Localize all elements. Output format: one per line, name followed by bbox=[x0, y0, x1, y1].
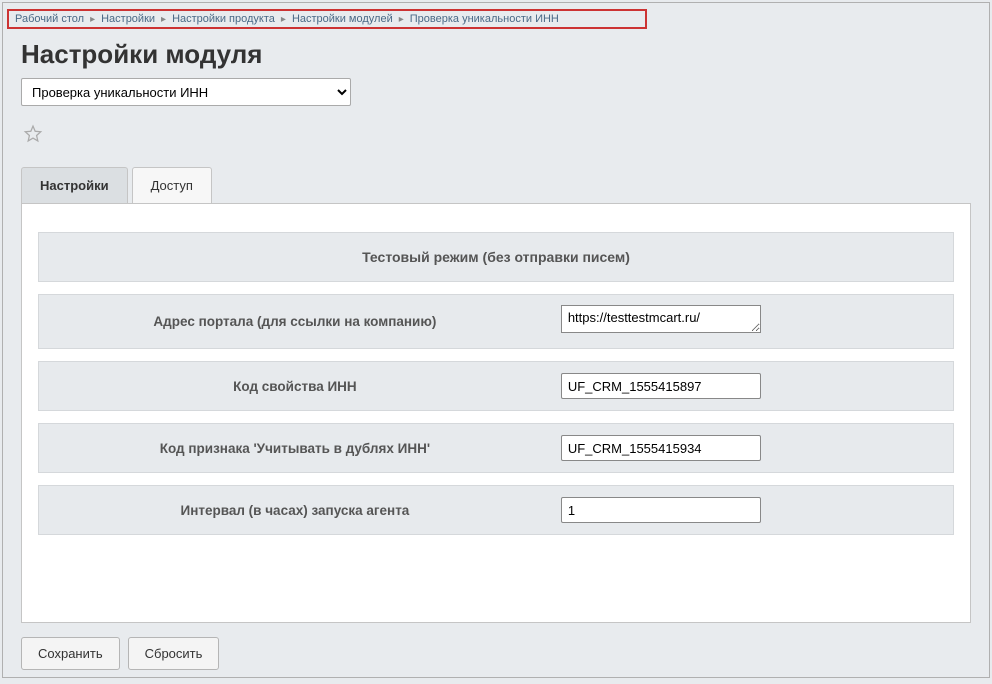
setting-label: Код признака 'Учитывать в дублях ИНН' bbox=[39, 429, 551, 468]
breadcrumb: Рабочий стол ▸ Настройки ▸ Настройки про… bbox=[7, 9, 647, 29]
tab-settings[interactable]: Настройки bbox=[21, 167, 128, 203]
chevron-right-icon: ▸ bbox=[399, 14, 404, 25]
tab-access[interactable]: Доступ bbox=[132, 167, 212, 203]
portal-address-input[interactable]: https://testtestmcart.ru/ bbox=[561, 305, 761, 333]
agent-interval-input[interactable] bbox=[561, 497, 761, 523]
breadcrumb-item-module-settings[interactable]: Настройки модулей bbox=[292, 13, 393, 25]
settings-section-header: Тестовый режим (без отправки писем) bbox=[38, 232, 954, 282]
setting-label: Адрес портала (для ссылки на компанию) bbox=[39, 302, 551, 341]
breadcrumb-item-product-settings[interactable]: Настройки продукта bbox=[172, 13, 275, 25]
dup-flag-code-input[interactable] bbox=[561, 435, 761, 461]
section-header-text: Тестовый режим (без отправки писем) bbox=[362, 249, 630, 265]
module-select[interactable]: Проверка уникальности ИНН bbox=[21, 78, 351, 106]
chevron-right-icon: ▸ bbox=[281, 14, 286, 25]
setting-row-agent-interval: Интервал (в часах) запуска агента bbox=[38, 485, 954, 535]
star-icon[interactable] bbox=[23, 124, 43, 144]
breadcrumb-item-desktop[interactable]: Рабочий стол bbox=[15, 13, 84, 25]
settings-panel: Тестовый режим (без отправки писем) Адре… bbox=[21, 203, 971, 623]
setting-row-dup-flag-code: Код признака 'Учитывать в дублях ИНН' bbox=[38, 423, 954, 473]
chevron-right-icon: ▸ bbox=[161, 14, 166, 25]
breadcrumb-item-settings[interactable]: Настройки bbox=[101, 13, 155, 25]
setting-row-inn-code: Код свойства ИНН bbox=[38, 361, 954, 411]
setting-label: Код свойства ИНН bbox=[39, 367, 551, 406]
reset-button[interactable]: Сбросить bbox=[128, 637, 220, 670]
tabs: Настройки Доступ bbox=[3, 157, 989, 203]
chevron-right-icon: ▸ bbox=[90, 14, 95, 25]
form-buttons: Сохранить Сбросить bbox=[3, 623, 989, 684]
setting-row-portal-address: Адрес портала (для ссылки на компанию) h… bbox=[38, 294, 954, 349]
breadcrumb-item-inn-check[interactable]: Проверка уникальности ИНН bbox=[410, 13, 559, 25]
setting-label: Интервал (в часах) запуска агента bbox=[39, 491, 551, 530]
save-button[interactable]: Сохранить bbox=[21, 637, 120, 670]
page-title: Настройки модуля bbox=[3, 29, 989, 74]
inn-code-input[interactable] bbox=[561, 373, 761, 399]
